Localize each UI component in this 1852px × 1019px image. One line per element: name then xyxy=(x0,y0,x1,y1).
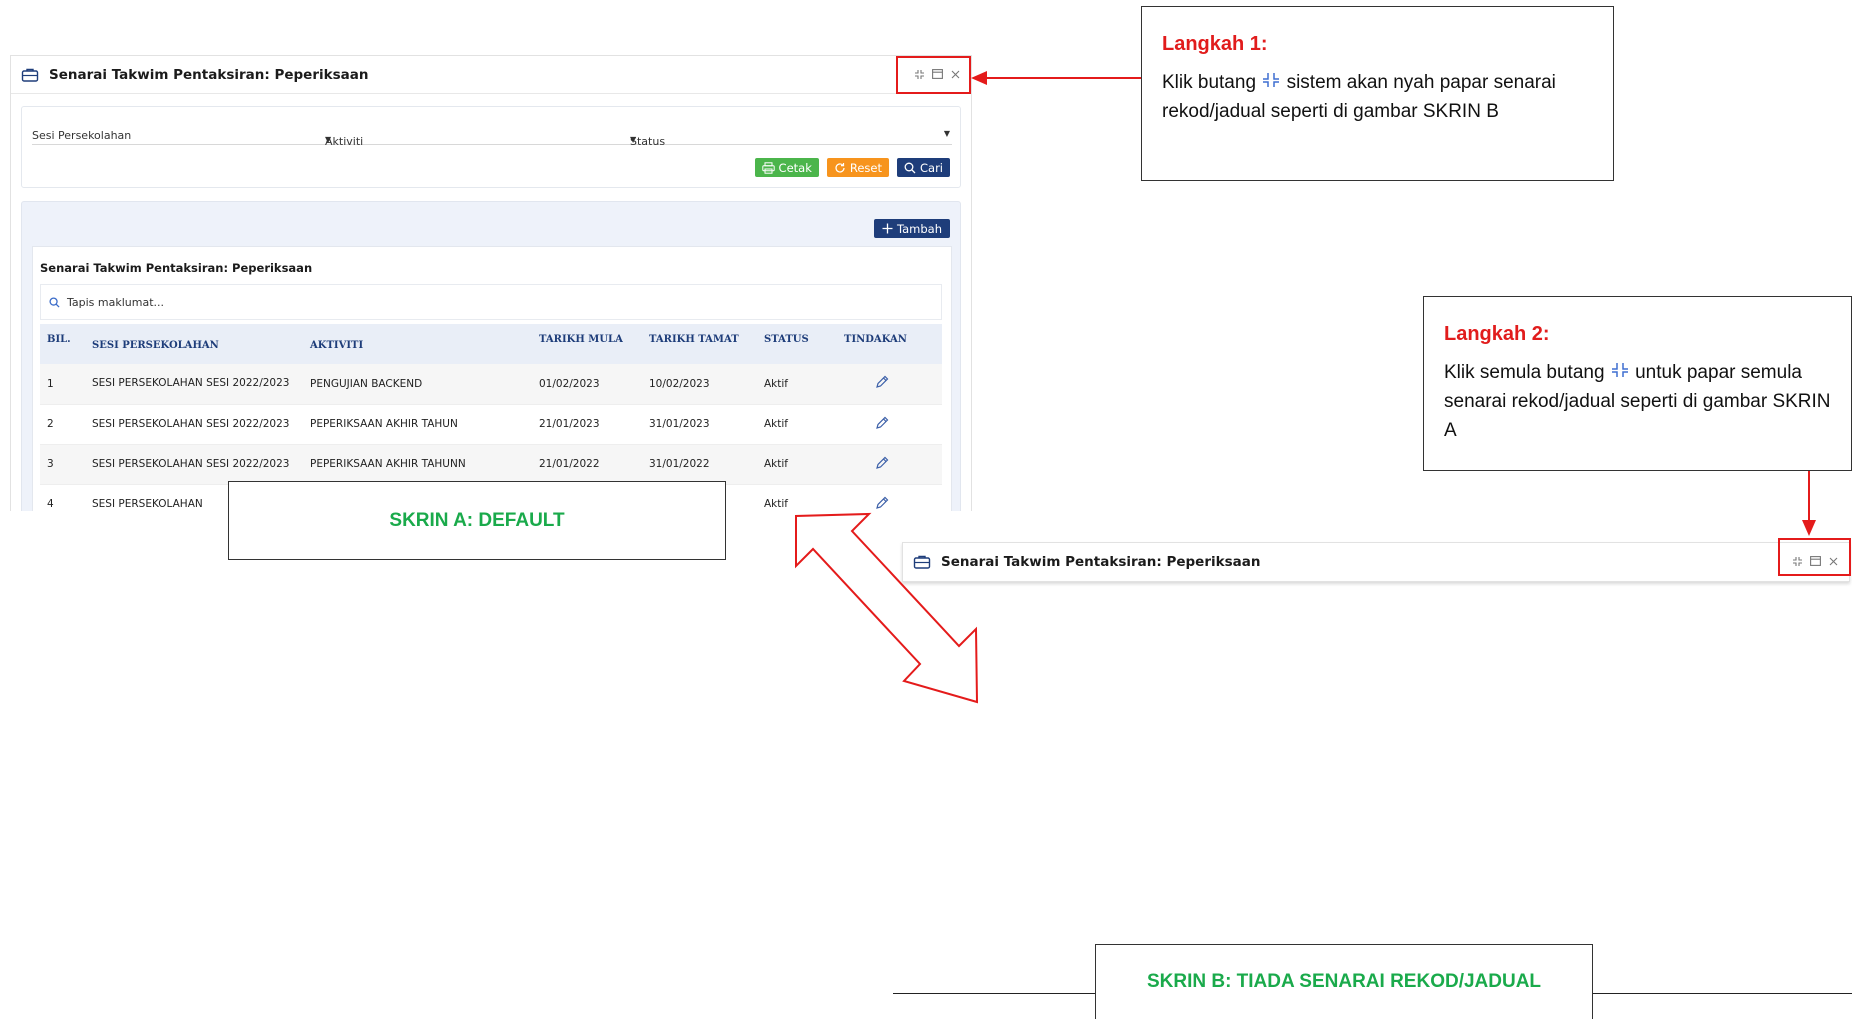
arrow-step1 xyxy=(971,71,1141,85)
arrows-overlay xyxy=(795,71,1816,704)
double-arrow xyxy=(795,512,979,704)
arrow-step2 xyxy=(1802,471,1816,536)
